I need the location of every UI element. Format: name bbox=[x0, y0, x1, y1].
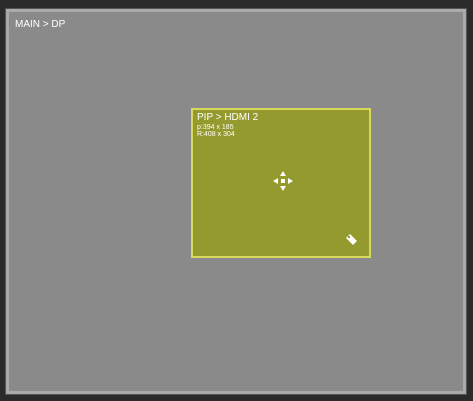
main-display-canvas[interactable]: MAIN > DP PIP > HDMI 2 p:394 x 185 R:408… bbox=[6, 9, 466, 394]
tag-svg bbox=[346, 234, 357, 245]
pip-window[interactable]: PIP > HDMI 2 p:394 x 185 R:408 x 304 bbox=[191, 108, 371, 258]
move-arrows-icon[interactable] bbox=[271, 169, 295, 193]
move-arrows-svg bbox=[273, 171, 293, 191]
tag-icon[interactable] bbox=[345, 233, 358, 246]
pip-resolution-readout: R:408 x 304 bbox=[197, 131, 235, 138]
main-source-label: MAIN > DP bbox=[15, 19, 66, 30]
pip-source-label: PIP > HDMI 2 bbox=[197, 112, 259, 123]
